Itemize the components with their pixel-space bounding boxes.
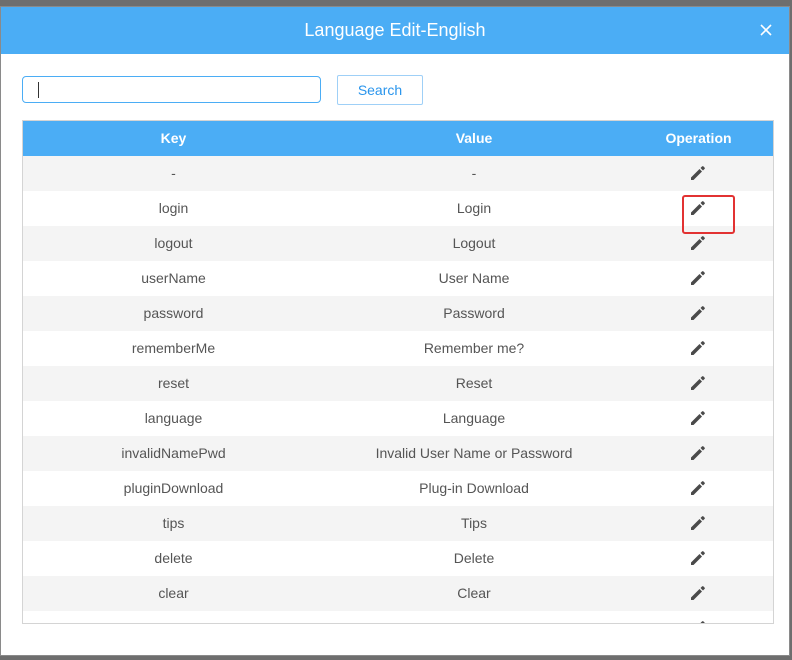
pencil-icon[interactable] — [689, 199, 707, 217]
table-header: Key Value Operation — [23, 121, 773, 156]
cell-key: - — [171, 165, 176, 181]
cell-key: logout — [154, 235, 193, 251]
table-row: -- — [23, 156, 773, 191]
pencil-icon[interactable] — [689, 409, 707, 427]
cell-value: Language — [442, 410, 506, 426]
cell-key: pluginDownload — [123, 480, 224, 496]
pencil-icon[interactable] — [689, 444, 707, 462]
table-row: userName User Name — [23, 261, 773, 296]
cell-key: clear — [158, 585, 189, 601]
table-row: rememberMe Remember me? — [23, 331, 773, 366]
search-button[interactable]: Search — [337, 75, 423, 105]
pencil-icon[interactable] — [689, 514, 707, 532]
cell-key: reset — [157, 375, 190, 391]
table-body: - - login Login logout Logout userName User Nam… — [23, 156, 773, 623]
pencil-icon[interactable] — [689, 269, 707, 287]
header-operation: Operation — [665, 130, 732, 146]
cell-value: Plug-in Download — [419, 480, 529, 496]
cell-key: login — [158, 200, 189, 216]
pencil-icon[interactable] — [689, 304, 707, 322]
header-key: Key — [160, 130, 187, 146]
cell-value: Delete — [453, 550, 495, 566]
pencil-icon[interactable] — [689, 479, 707, 497]
cell-value: Logout — [452, 235, 496, 251]
cell-value: - — [471, 165, 477, 181]
header-value: Value — [455, 130, 493, 146]
table-row: invalidNamePwd Invalid User Name or Passw… — [23, 436, 773, 471]
search-input[interactable] — [22, 76, 321, 103]
cell-value: Password — [443, 305, 505, 321]
cell-value: Remember me? — [423, 340, 525, 356]
language-table: Key Value Operation - - login Login logout Lo… — [22, 120, 774, 624]
cell-key: rememberMe — [131, 340, 216, 356]
cell-value: Reset — [455, 375, 493, 391]
cell-key: userName — [141, 270, 206, 286]
cell-key: invalidNamePwd — [121, 445, 226, 461]
table-row: password Password — [23, 296, 773, 331]
cell-value: Tips — [461, 515, 487, 531]
pencil-icon[interactable] — [689, 584, 707, 602]
table-row: logout Logout — [23, 226, 773, 261]
cell-key: password — [143, 305, 204, 321]
pencil-icon[interactable] — [689, 549, 707, 567]
pencil-icon[interactable] — [689, 339, 707, 357]
cell-key: tips — [162, 515, 185, 531]
text-caret — [38, 82, 39, 98]
table-row: language Language — [23, 401, 773, 436]
dialog-titlebar: Language Edit-English — [1, 7, 789, 54]
cell-value: User Name — [438, 270, 510, 286]
cell-value: Login — [456, 200, 492, 216]
pencil-icon[interactable] — [689, 374, 707, 392]
close-icon[interactable] — [755, 19, 777, 41]
table-row: tips Tips — [23, 506, 773, 541]
language-edit-dialog: Language Edit-English Search Key Value O… — [0, 6, 790, 656]
table-row: reset Reset — [23, 366, 773, 401]
dialog-title: Language Edit-English — [304, 20, 486, 40]
table-row — [23, 611, 773, 623]
table-row: pluginDownload Plug-in Download — [23, 471, 773, 506]
pencil-icon[interactable] — [689, 164, 707, 182]
table-row: clear Clear — [23, 576, 773, 611]
table-row: delete Delete — [23, 541, 773, 576]
pencil-icon[interactable] — [689, 234, 707, 252]
table-row: login Login — [23, 191, 773, 226]
cell-key: delete — [154, 550, 193, 566]
pencil-icon[interactable] — [689, 619, 707, 623]
cell-value: Clear — [457, 585, 491, 601]
cell-key: language — [144, 410, 203, 426]
cell-value: Invalid User Name or Password — [375, 445, 573, 461]
